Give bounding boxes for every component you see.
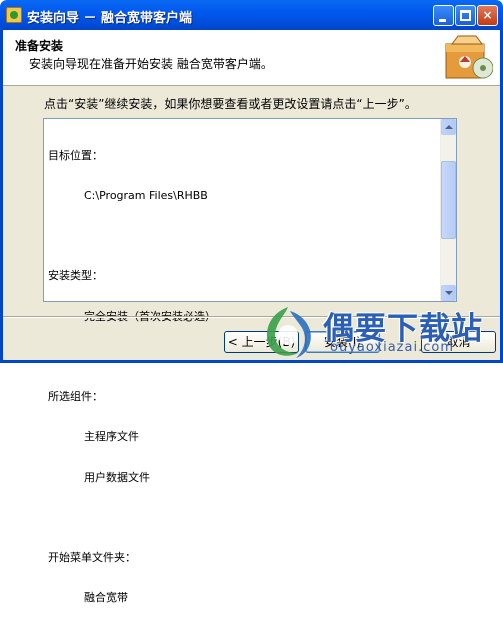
target-label: 目标位置： (48, 148, 103, 162)
watermark-logo-icon (266, 307, 311, 358)
components-label: 所选组件： (48, 390, 103, 404)
instruction-text: 点击“安装”继续安装，如果你想要查看或者更改设置请点击“上一步”。 (44, 97, 417, 111)
target-value: C:\Program Files\RHBB (84, 189, 208, 203)
title-bar[interactable]: 安装向导 － 融合宽带客户端 × (0, 0, 503, 30)
component-item: 主程序文件 (84, 430, 139, 444)
page-title: 准备安装 (15, 39, 64, 53)
scroll-down-arrow-icon[interactable] (441, 285, 456, 301)
installer-box-icon (445, 35, 493, 79)
scroll-up-arrow-icon[interactable] (441, 119, 456, 135)
start-menu-label: 开始菜单文件夹： (48, 551, 136, 564)
close-button[interactable]: × (477, 5, 498, 26)
vertical-scrollbar[interactable] (440, 119, 456, 301)
scrollbar-thumb[interactable] (441, 161, 456, 239)
watermark-url: ouyaoxiazai.com (330, 340, 454, 355)
wizard-header: 准备安装 安装向导现在准备开始安装 融合宽带客户端。 (3, 30, 500, 86)
window-title: 安装向导 － 融合宽带客户端 (27, 11, 193, 26)
settings-summary-box[interactable]: 目标位置： C:\Program Files\RHBB 安装类型： 完全安装（首… (43, 118, 457, 604)
start-menu-value: 融合宽带 (84, 591, 128, 605)
maximize-button[interactable] (455, 5, 476, 26)
app-icon (6, 7, 22, 23)
page-subtitle: 安装向导现在准备开始安装 融合宽带客户端。 (29, 57, 273, 71)
minimize-button[interactable] (433, 5, 454, 26)
summary-text: 目标位置： C:\Program Files\RHBB 安装类型： 完全安装（首… (48, 122, 438, 631)
component-item: 用户数据文件 (84, 470, 150, 484)
install-type-label: 安装类型： (48, 269, 103, 283)
